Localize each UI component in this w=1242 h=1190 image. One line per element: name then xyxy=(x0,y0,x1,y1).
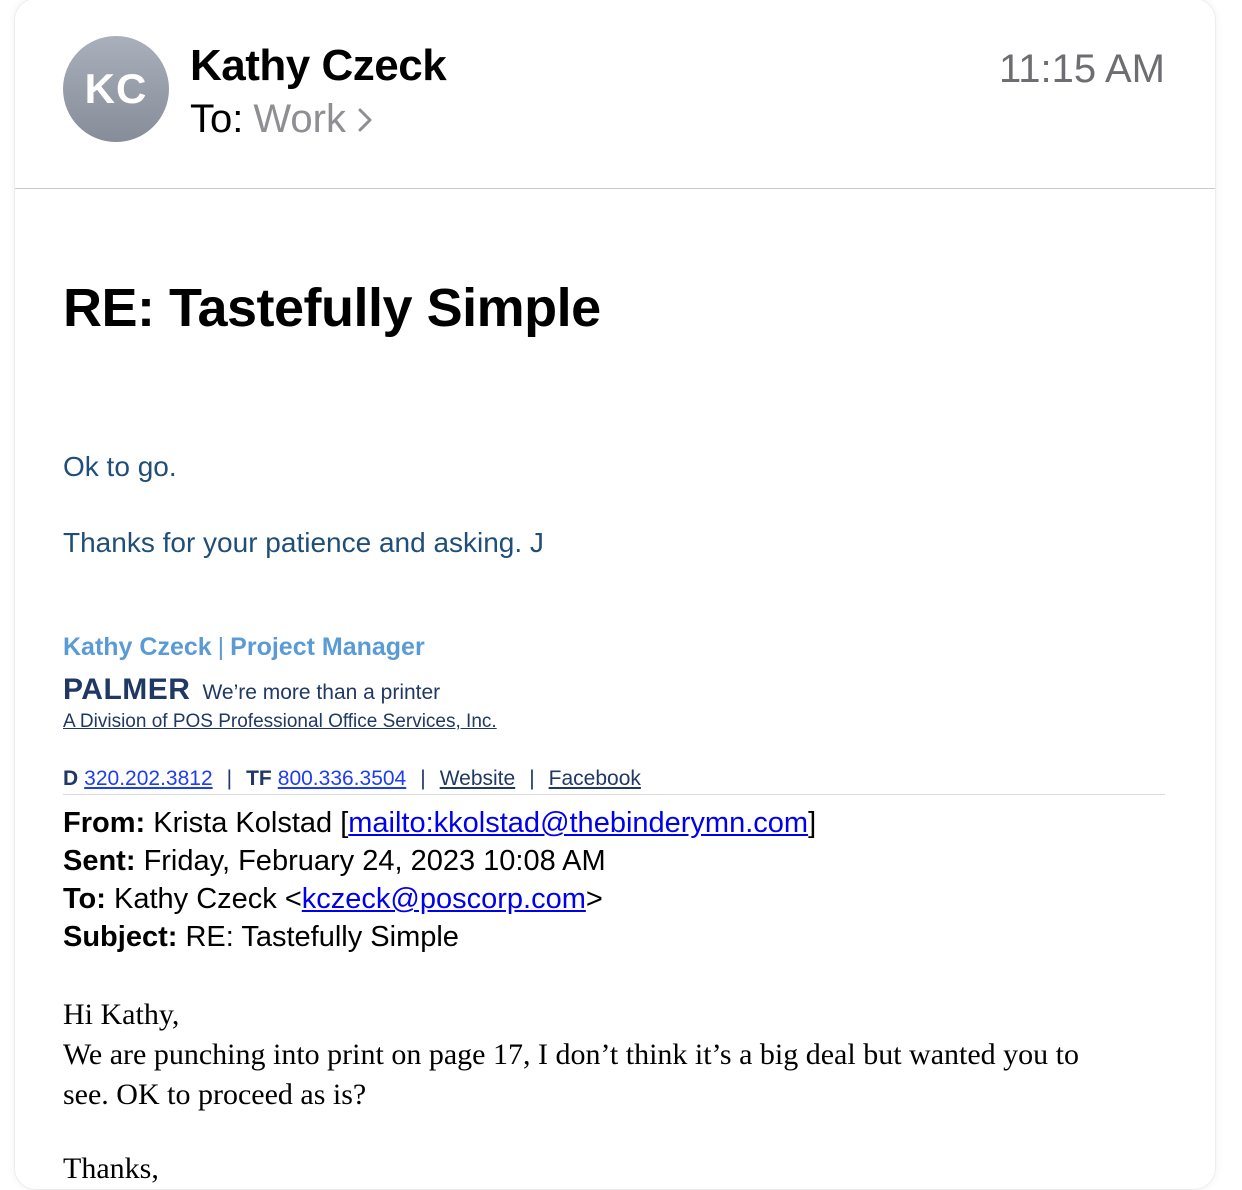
quoted-subject-value: RE: Tastefully Simple xyxy=(185,921,459,953)
company-line: PALMER We’re more than a printer xyxy=(63,673,440,707)
quoted-message-line: see. OK to proceed as is? xyxy=(63,1078,367,1111)
to-label: To: xyxy=(190,97,244,141)
tollfree-phone-link[interactable]: 800.336.3504 xyxy=(278,767,406,791)
timestamp: 11:15 AM xyxy=(998,47,1165,91)
direct-phone-link[interactable]: 320.202.3812 xyxy=(84,767,212,791)
quoted-greeting: Hi Kathy, xyxy=(63,998,180,1031)
body-line: Thanks for your patience and asking. J xyxy=(63,527,544,558)
quoted-closing: Thanks, xyxy=(63,1152,159,1185)
pipe-separator: | xyxy=(529,767,535,790)
email-card: KC Kathy Czeck To: Work 11:15 AM RE: Tas… xyxy=(14,0,1216,1190)
chevron-right-icon xyxy=(358,108,372,131)
quoted-to-name: Kathy Czeck < xyxy=(114,883,302,915)
sender-name[interactable]: Kathy Czeck xyxy=(190,41,447,91)
tollfree-label: TF xyxy=(246,767,272,790)
avatar-initials: KC xyxy=(84,65,148,112)
from-email-link[interactable]: mailto:kkolstad@thebinderymn.com xyxy=(348,807,808,839)
company-name: PALMER xyxy=(63,673,191,706)
to-email-link[interactable]: kczeck@poscorp.com xyxy=(302,883,586,915)
signature-name: Kathy Czeck xyxy=(63,633,212,661)
quoted-to: To: Kathy Czeck <kczeck@poscorp.com> xyxy=(63,883,603,916)
signature-name-title: Kathy Czeck | Project Manager xyxy=(63,633,425,662)
from-name: Krista Kolstad [ xyxy=(153,807,349,839)
quoted-subject: Subject: RE: Tastefully Simple xyxy=(63,921,459,954)
avatar[interactable]: KC xyxy=(63,36,169,142)
division-link[interactable]: A Division of POS Professional Office Se… xyxy=(63,711,497,733)
quoted-to-end: > xyxy=(585,883,603,915)
website-link[interactable]: Website xyxy=(440,767,515,791)
body-line: Ok to go. xyxy=(63,451,177,482)
signature-separator: | xyxy=(217,633,225,661)
quoted-from: From: Krista Kolstad [mailto:kkolstad@th… xyxy=(63,807,816,840)
sent-value: Friday, February 24, 2023 10:08 AM xyxy=(143,845,606,877)
pipe-separator: | xyxy=(226,767,233,790)
quoted-sent: Sent: Friday, February 24, 2023 10:08 AM xyxy=(63,845,606,878)
email-subject: RE: Tastefully Simple xyxy=(63,278,601,338)
quote-divider xyxy=(63,794,1165,795)
recipient-value: Work xyxy=(253,97,346,141)
direct-label: D xyxy=(63,767,79,790)
from-end: ] xyxy=(808,807,817,839)
company-tagline: We’re more than a printer xyxy=(202,681,441,704)
contact-links: D 320.202.3812 | TF 800.336.3504 | Websi… xyxy=(63,767,641,791)
sent-label: Sent: xyxy=(63,845,136,877)
pipe-separator: | xyxy=(420,767,426,790)
quoted-subject-label: Subject: xyxy=(63,921,178,953)
email-header: KC Kathy Czeck To: Work 11:15 AM xyxy=(15,0,1215,189)
signature-title: Project Manager xyxy=(230,633,425,661)
from-label: From: xyxy=(63,807,146,839)
facebook-link[interactable]: Facebook xyxy=(549,767,641,791)
quoted-message-line: We are punching into print on page 17, I… xyxy=(63,1038,1080,1071)
recipient-line[interactable]: To: Work xyxy=(190,97,372,142)
quoted-to-label: To: xyxy=(63,883,106,915)
